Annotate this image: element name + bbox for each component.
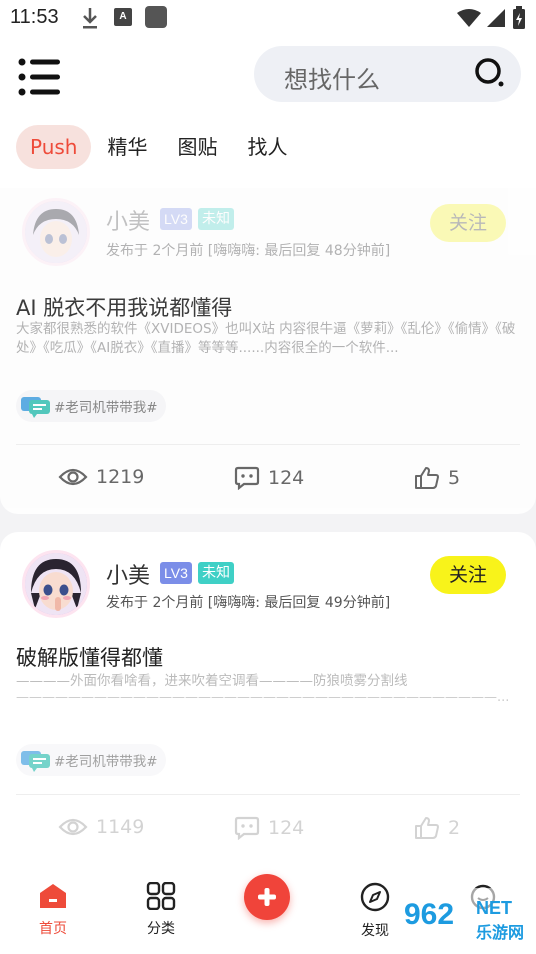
- divider: [16, 794, 520, 795]
- post-meta: 发布于 2个月前 [嗨嗨嗨: 最后回复 48分钟前]: [106, 243, 391, 259]
- thumbs-up-icon: [415, 467, 439, 489]
- post-excerpt-divider: —————————————————————————————————————...: [16, 690, 510, 705]
- chat-bubbles-icon: [21, 751, 50, 772]
- eye-icon: [58, 818, 88, 836]
- search-placeholder: 想找什么: [284, 66, 380, 94]
- eye-icon: [58, 468, 88, 486]
- wifi-icon: [457, 9, 481, 27]
- comments-button[interactable]: 124: [234, 466, 304, 490]
- comments-value: 124: [268, 817, 305, 839]
- avatar-image: [25, 201, 87, 263]
- post-meta: 发布于 2个月前 [嗨嗨嗨: 最后回复 49分钟前]: [106, 595, 391, 611]
- header: 想找什么 Push 精华 图贴 找人: [0, 38, 536, 188]
- comments-value: 124: [268, 467, 305, 489]
- menu-icon[interactable]: [18, 58, 62, 96]
- post-title[interactable]: AI 脱衣不用我说都懂得: [16, 292, 232, 322]
- thumbs-up-icon: [415, 817, 439, 839]
- nav-home-label: 首页: [39, 921, 67, 937]
- follow-button[interactable]: 关注: [430, 204, 506, 242]
- watermark-sub: 乐游网: [476, 923, 524, 942]
- plus-icon: [258, 888, 276, 906]
- download-icon: [83, 8, 97, 29]
- like-button[interactable]: 5: [414, 466, 460, 490]
- watermark-logo: 962 NET 乐游网: [398, 888, 532, 944]
- topic-tag[interactable]: #老司机带带我#: [16, 390, 166, 422]
- views-value: 1219: [96, 466, 145, 488]
- a-app-icon: A: [114, 8, 132, 26]
- level-badge: LV3: [160, 208, 192, 230]
- views-count: 1149: [58, 816, 144, 838]
- feed-tabs: Push 精华 图贴 找人: [16, 124, 317, 170]
- avatar[interactable]: [22, 550, 90, 618]
- signal-icon: [487, 9, 505, 27]
- tab-push[interactable]: Push: [16, 125, 92, 169]
- battery-icon: [513, 6, 525, 29]
- tab-find-people[interactable]: 找人: [247, 125, 287, 169]
- search-input[interactable]: 想找什么: [254, 46, 521, 102]
- post-card[interactable]: 小美 LV3 未知 发布于 2个月前 [嗨嗨嗨: 最后回复 49分钟前] 关注 …: [0, 532, 536, 864]
- topic-tag[interactable]: #老司机带带我#: [16, 744, 166, 776]
- status-time: 11:53: [10, 6, 59, 28]
- post-card[interactable]: 小美 LV3 未知 发布于 2个月前 [嗨嗨嗨: 最后回复 48分钟前] 关注 …: [0, 188, 536, 514]
- tag-label: #老司机带带我#: [54, 400, 158, 416]
- comments-button[interactable]: 124: [234, 816, 304, 840]
- likes-value: 5: [448, 467, 461, 489]
- views-count: 1219: [58, 466, 144, 488]
- post-feed: 小美 LV3 未知 发布于 2个月前 [嗨嗨嗨: 最后回复 48分钟前] 关注 …: [0, 188, 536, 864]
- level-badge: LV3: [160, 562, 192, 584]
- views-value: 1149: [96, 816, 145, 838]
- grid-icon: [146, 881, 176, 911]
- app-notification-icon: [145, 6, 167, 28]
- watermark-net: NET: [476, 898, 512, 918]
- tag-label: #老司机带带我#: [54, 754, 158, 770]
- nav-category-label: 分类: [147, 921, 175, 937]
- comment-icon: [234, 466, 260, 490]
- comment-icon: [234, 816, 260, 840]
- nav-category[interactable]: 分类: [126, 881, 196, 938]
- search-icon[interactable]: [473, 56, 507, 90]
- watermark-brand: 962: [404, 898, 454, 931]
- add-post-button[interactable]: [244, 874, 290, 920]
- username[interactable]: 小美: [106, 558, 150, 590]
- gender-badge: 未知: [198, 562, 234, 584]
- likes-value: 2: [448, 817, 461, 839]
- chat-bubbles-icon: [21, 397, 50, 418]
- nav-home[interactable]: 首页: [18, 882, 88, 938]
- status-bar: 11:53 A: [0, 0, 536, 38]
- compass-icon: [360, 882, 390, 912]
- tab-image-posts[interactable]: 图贴: [177, 125, 217, 169]
- username[interactable]: 小美: [106, 204, 150, 236]
- avatar[interactable]: [22, 198, 90, 266]
- avatar-image: [25, 553, 87, 615]
- follow-button[interactable]: 关注: [430, 556, 506, 594]
- divider: [16, 444, 520, 445]
- home-icon: [40, 884, 66, 908]
- post-excerpt: 大家都很熟悉的软件《XVIDEOS》也叫X站 内容很牛逼《萝莉》《乱伦》《偷情》…: [16, 321, 516, 356]
- post-title[interactable]: 破解版懂得都懂: [16, 642, 163, 672]
- like-button[interactable]: 2: [414, 816, 460, 840]
- tab-featured[interactable]: 精华: [107, 125, 147, 169]
- gender-badge: 未知: [198, 208, 234, 230]
